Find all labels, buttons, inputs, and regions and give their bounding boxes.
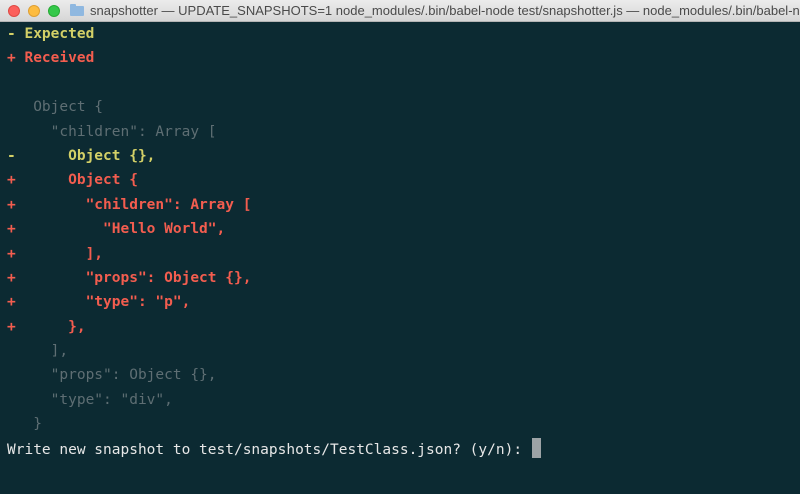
diff-marker: + [7, 221, 16, 238]
diff-text: }, [15, 318, 86, 335]
diff-text: "type": "p", [15, 294, 191, 311]
diff-line: + "props": Object {}, [7, 266, 800, 290]
diff-text: Object { [15, 172, 138, 189]
legend-expected: - Expected [7, 26, 95, 42]
prompt-text: Write new snapshot to test/snapshots/Tes… [7, 442, 531, 458]
diff-text: "Hello World", [15, 221, 226, 238]
terminal-window: snapshotter — UPDATE_SNAPSHOTS=1 node_mo… [0, 0, 800, 494]
diff-line: + Object { [7, 168, 800, 192]
diff-line: + "Hello World", [7, 217, 800, 241]
diff-body: Object { "children": Array [ - Object {},… [7, 95, 800, 436]
diff-marker: + [7, 245, 16, 262]
diff-marker: - [7, 147, 16, 164]
diff-text: Object {}, [15, 147, 156, 164]
diff-line: "children": Array [ [7, 120, 800, 144]
terminal-output[interactable]: - Expected + Received Object { "children… [0, 22, 800, 494]
diff-line: } [7, 412, 800, 436]
maximize-window-button[interactable] [48, 5, 60, 17]
diff-text: "props": Object {}, [15, 367, 217, 384]
diff-text: } [15, 416, 42, 433]
diff-text: ], [15, 343, 69, 360]
diff-line: "type": "div", [7, 388, 800, 412]
diff-line: Object { [7, 95, 800, 119]
minimize-window-button[interactable] [28, 5, 40, 17]
diff-marker [7, 99, 16, 115]
diff-marker: + [7, 269, 16, 286]
diff-marker: + [7, 318, 16, 335]
diff-line: + }, [7, 315, 800, 339]
diff-marker [7, 367, 16, 383]
diff-line: "props": Object {}, [7, 363, 800, 387]
diff-line: + "children": Array [ [7, 193, 800, 217]
close-window-button[interactable] [8, 5, 20, 17]
diff-marker: + [7, 294, 16, 311]
diff-marker: + [7, 196, 16, 213]
diff-line: - Object {}, [7, 144, 800, 168]
diff-text: "children": Array [ [15, 196, 252, 213]
diff-marker [7, 416, 16, 432]
diff-text: Object { [15, 99, 104, 116]
diff-text: "type": "div", [15, 391, 173, 408]
folder-icon [70, 4, 84, 16]
title-bar[interactable]: snapshotter — UPDATE_SNAPSHOTS=1 node_mo… [0, 0, 800, 22]
diff-marker [7, 124, 16, 140]
diff-marker: + [7, 172, 16, 189]
diff-text: ], [15, 245, 104, 262]
window-title: snapshotter — UPDATE_SNAPSHOTS=1 node_mo… [90, 3, 800, 18]
diff-marker [7, 392, 16, 408]
diff-line: ], [7, 339, 800, 363]
diff-marker [7, 343, 16, 359]
diff-line: + ], [7, 242, 800, 266]
legend-received: + Received [7, 50, 95, 67]
diff-text: "children": Array [ [15, 123, 217, 140]
diff-text: "props": Object {}, [15, 269, 252, 286]
terminal-cursor[interactable] [531, 438, 541, 458]
snapshot-prompt[interactable]: Write new snapshot to test/snapshots/Tes… [7, 438, 541, 462]
diff-line: + "type": "p", [7, 290, 800, 314]
